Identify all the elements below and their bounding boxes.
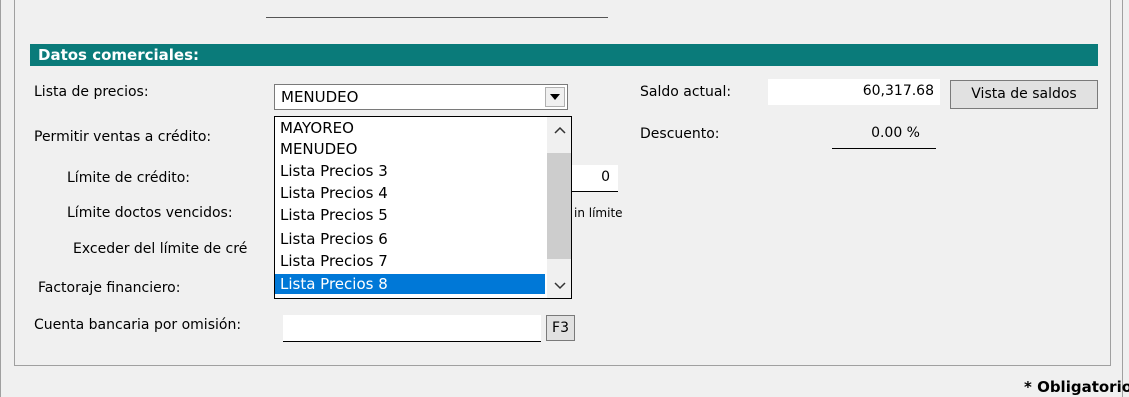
scrollbar-thumb[interactable] [547,153,571,259]
option-lista-precios-5[interactable]: Lista Precios 5 [280,205,388,225]
chevron-up-icon[interactable] [554,123,566,137]
option-lista-precios-8[interactable]: Lista Precios 8 [275,274,545,294]
lista-precios-select[interactable]: MENUDEO [274,84,568,110]
limite-credito-value: 0 [601,169,610,185]
limite-credito-field[interactable]: 0 [570,165,618,192]
option-lista-precios-3[interactable]: Lista Precios 3 [280,161,388,181]
label-limite-doctos: Límite doctos vencidos: [67,205,233,221]
window-border-left [0,0,1,397]
option-lista-precios-7[interactable]: Lista Precios 7 [280,251,388,271]
option-menudeo[interactable]: MENUDEO [280,139,357,159]
sin-limite-label: in límite [574,206,623,220]
saldo-actual-value: 60,317.68 [862,83,934,99]
window-border-right [1122,0,1123,397]
label-factoraje: Factoraje financiero: [38,280,181,296]
option-mayoreo[interactable]: MAYOREO [280,118,354,138]
descuento-value: 0.00 % [871,125,920,141]
label-exceder-limite: Exceder del límite de cré [73,241,248,257]
option-lista-precios-4[interactable]: Lista Precios 4 [280,183,388,203]
lista-precios-selected: MENUDEO [281,88,359,106]
label-permitir-credito: Permitir ventas a crédito: [34,129,212,145]
vista-saldos-button[interactable]: Vista de saldos [950,80,1098,109]
label-limite-credito: Límite de crédito: [67,170,191,186]
cuenta-bancaria-input[interactable] [283,315,541,342]
top-field-underline [266,17,608,18]
section-header-datos-comerciales: Datos comerciales: [30,44,1098,66]
label-descuento: Descuento: [640,126,720,142]
obligatorio-note: * Obligatorio [1024,378,1129,396]
lista-precios-dropdown: MAYOREO MENUDEO Lista Precios 3 Lista Pr… [274,116,572,299]
chevron-down-icon[interactable] [545,87,565,107]
label-cuenta-bancaria: Cuenta bancaria por omisión: [34,317,242,333]
option-lista-precios-6[interactable]: Lista Precios 6 [280,229,388,249]
descuento-field[interactable]: 0.00 % [832,122,936,149]
f3-lookup-button[interactable]: F3 [546,315,575,341]
saldo-actual-field: 60,317.68 [768,79,940,105]
chevron-down-small-icon[interactable] [554,279,566,293]
label-saldo-actual: Saldo actual: [640,84,732,100]
label-lista-precios: Lista de precios: [34,84,149,100]
